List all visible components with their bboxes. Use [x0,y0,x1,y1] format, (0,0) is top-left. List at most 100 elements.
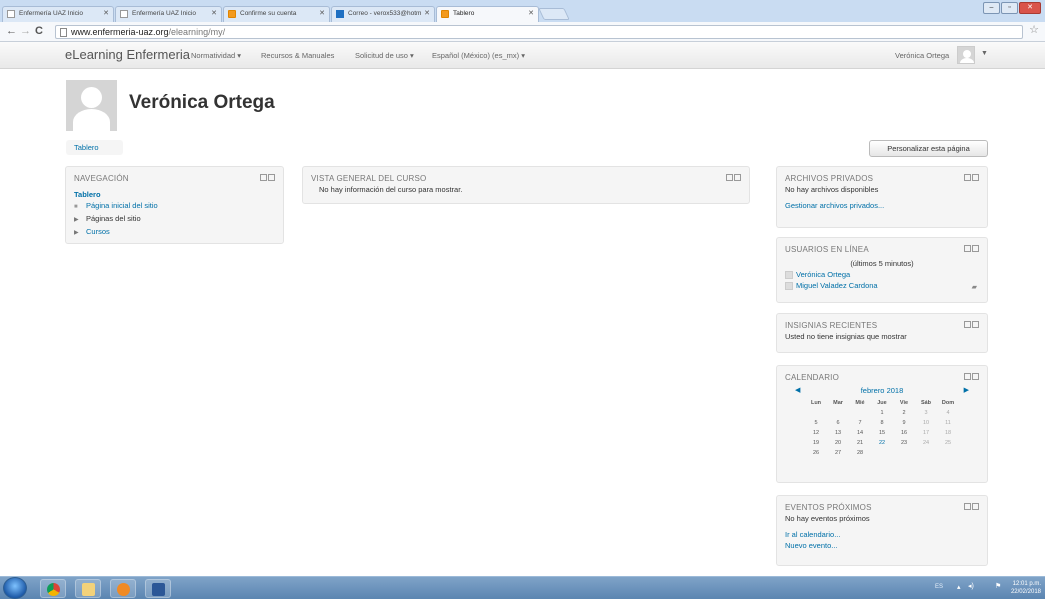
online-user[interactable]: Miguel Valadez Cardona [785,280,979,291]
browser-tab[interactable]: Enfermería UAZ Inicio ✕ [115,6,222,22]
browser-tab[interactable]: Correo - verox533@hotm ✕ [331,6,435,22]
media-player-taskbar-icon[interactable] [110,579,136,598]
close-icon[interactable]: ✕ [211,7,217,21]
calendar-day[interactable]: 1 [871,408,893,418]
nav-solicitud[interactable]: Solicitud de uso ▾ [355,51,414,60]
dock-icon[interactable] [964,503,971,510]
customize-page-button[interactable]: Personalizar esta página [869,140,988,157]
calendar-day[interactable]: 6 [827,418,849,428]
language-indicator[interactable]: ES [935,584,943,590]
calendar-day[interactable]: 4 [937,408,959,418]
calendar-day[interactable]: 17 [915,428,937,438]
block-actions [964,245,979,252]
close-window-icon[interactable]: ✕ [1019,2,1041,14]
new-tab-button[interactable] [538,8,570,20]
online-users-block: USUARIOS EN LÍNEA (últimos 5 minutos) Ve… [776,237,988,303]
calendar-day[interactable]: 18 [937,428,959,438]
back-icon[interactable]: ← [6,25,17,38]
collapse-icon[interactable] [972,321,979,328]
calendar-day[interactable]: 14 [849,428,871,438]
reload-icon[interactable]: C [35,25,43,38]
calendar-day[interactable]: 15 [871,428,893,438]
block-title: INSIGNIAS RECIENTES [785,321,878,330]
nav-item-home[interactable]: ■ Página inicial del sitio [74,200,275,213]
calendar-day[interactable]: 28 [849,448,871,458]
chrome-taskbar-icon[interactable] [40,579,66,598]
next-month-icon[interactable]: ▶ [964,386,969,396]
outlook-icon [336,10,344,18]
message-icon[interactable]: ▰ [972,283,977,291]
calendar-day[interactable]: 2 [893,408,915,418]
nav-recursos[interactable]: Recursos & Manuales [261,51,334,60]
new-event-link[interactable]: Nuevo evento... [785,540,979,551]
dock-icon[interactable] [964,321,971,328]
calendar-day[interactable]: 23 [893,438,915,448]
dock-icon[interactable] [964,174,971,181]
calendar-day[interactable]: 13 [827,428,849,438]
user-menu-name[interactable]: Verónica Ortega [895,51,949,60]
site-brand[interactable]: eLearning Enfermeria [65,47,190,62]
nav-language[interactable]: Español (México) (es_mx) ▾ [432,51,525,60]
dock-icon[interactable] [260,174,267,181]
calendar-day[interactable]: 5 [805,418,827,428]
collapse-icon[interactable] [734,174,741,181]
calendar-day[interactable]: 26 [805,448,827,458]
breadcrumb[interactable]: Tablero [66,140,123,155]
browser-tab[interactable]: Enfermería UAZ Inicio ✕ [2,6,114,22]
calendar-day[interactable]: 9 [893,418,915,428]
collapse-icon[interactable] [972,174,979,181]
bookmark-star-icon[interactable]: ☆ [1029,24,1039,37]
upcoming-events-block: EVENTOS PRÓXIMOS No hay eventos próximos… [776,495,988,566]
browser-tab-active[interactable]: Tablero ✕ [436,6,539,23]
forward-icon[interactable]: → [20,25,31,38]
nav-item-site-pages[interactable]: ▶ Páginas del sitio [74,213,275,226]
calendar-month[interactable]: febrero 2018 [861,386,904,396]
close-icon[interactable]: ✕ [528,7,534,21]
clock[interactable]: 12:01 p.m. 22/02/2018 [1011,580,1041,596]
dock-icon[interactable] [964,373,971,380]
url-input[interactable]: www.enfermeria-uaz.org/elearning/my/ [55,25,1023,39]
collapse-icon[interactable] [972,373,979,380]
minimize-icon[interactable]: – [983,2,1000,14]
collapse-icon[interactable] [972,503,979,510]
calendar-day[interactable]: 10 [915,418,937,428]
calendar-day[interactable]: 16 [893,428,915,438]
start-button[interactable] [3,577,27,599]
browser-tab[interactable]: Confirme su cuenta ✕ [223,6,330,22]
dock-icon[interactable] [964,245,971,252]
calendar-day[interactable]: 25 [937,438,959,448]
prev-month-icon[interactable]: ◀ [795,386,800,396]
nav-tablero[interactable]: Tablero [74,189,275,200]
explorer-taskbar-icon[interactable] [75,579,101,598]
collapse-icon[interactable] [972,245,979,252]
calendar-day[interactable]: 27 [827,448,849,458]
dock-icon[interactable] [726,174,733,181]
online-users-subtitle: (últimos 5 minutos) [850,259,914,268]
manage-files-link[interactable]: Gestionar archivos privados... [785,200,979,211]
online-user[interactable]: Verónica Ortega [785,269,979,280]
collapse-icon[interactable] [268,174,275,181]
nav-normatividad[interactable]: Normatividad ▾ [191,51,241,60]
calendar-day[interactable]: 12 [805,428,827,438]
volume-icon[interactable]: ◂) [968,582,974,590]
flag-icon[interactable]: ⚑ [995,582,1001,590]
chevron-down-icon[interactable]: ▼ [981,50,988,57]
calendar-day[interactable]: 22 [871,438,893,448]
nav-item-courses[interactable]: ▶ Cursos [74,226,275,239]
close-icon[interactable]: ✕ [424,7,430,21]
close-icon[interactable]: ✕ [319,7,325,21]
calendar-day[interactable]: 8 [871,418,893,428]
calendar-day[interactable]: 11 [937,418,959,428]
calendar-day[interactable]: 7 [849,418,871,428]
avatar[interactable] [957,46,975,64]
word-taskbar-icon[interactable] [145,579,171,598]
go-to-calendar-link[interactable]: Ir al calendario... [785,529,979,540]
calendar-day[interactable]: 3 [915,408,937,418]
close-icon[interactable]: ✕ [103,7,109,21]
network-icon[interactable]: ▴ [957,583,961,591]
calendar-day[interactable]: 20 [827,438,849,448]
calendar-day[interactable]: 21 [849,438,871,448]
calendar-day[interactable]: 24 [915,438,937,448]
calendar-day[interactable]: 19 [805,438,827,448]
maximize-icon[interactable]: ▫ [1001,2,1018,14]
